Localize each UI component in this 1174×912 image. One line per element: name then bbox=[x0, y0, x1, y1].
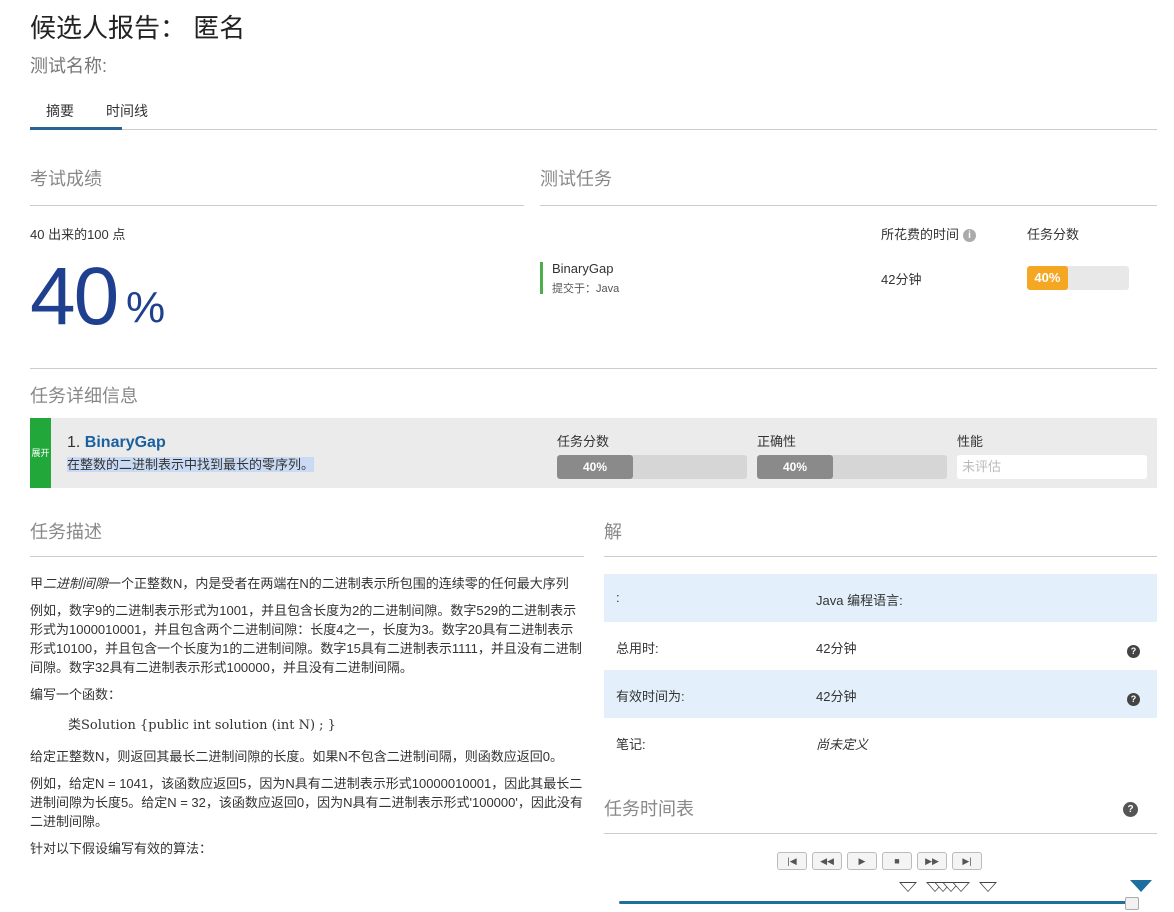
help-icon[interactable]: ? bbox=[1127, 645, 1140, 658]
row-value: 42分钟 bbox=[816, 689, 857, 704]
performance-value: 未评估 bbox=[957, 455, 1147, 479]
row-key: 笔记: bbox=[616, 737, 646, 752]
task-score-fill: 40% bbox=[1027, 266, 1068, 290]
code-signature: 类Solution {public int solution (int N) ;… bbox=[68, 718, 336, 733]
timeline-track[interactable] bbox=[619, 901, 1139, 904]
row-value: 42分钟 bbox=[816, 641, 857, 656]
timeline-slider-handle[interactable] bbox=[1125, 897, 1139, 910]
solution-row-effective-time: 有效时间为: 42分钟 ? bbox=[604, 670, 1157, 718]
correctness-fill: 40% bbox=[757, 455, 833, 479]
row-key: 有效时间为: bbox=[616, 689, 685, 704]
task-submitted: 提交于：Java bbox=[552, 283, 620, 295]
description-heading: 任务描述 bbox=[30, 522, 102, 542]
performance-label: 性能 bbox=[957, 434, 984, 449]
task-status-bar bbox=[540, 262, 543, 294]
description-divider bbox=[30, 556, 584, 557]
description-para-3: 编写一个函数： bbox=[30, 687, 122, 702]
task-description: 甲二进制间隙一个正整数N，内是受者在两端在N的二进制表示所包围的连续零的任何最大… bbox=[30, 574, 584, 866]
timeline-current-marker[interactable] bbox=[1130, 880, 1152, 892]
description-para-6: 针对以下假设编写有效的算法： bbox=[30, 841, 213, 856]
score-heading: 考试成绩 bbox=[30, 169, 102, 189]
correctness-label: 正确性 bbox=[757, 434, 797, 449]
timeline-stop-button[interactable]: ■ bbox=[882, 852, 912, 870]
timeline-rewind-button[interactable]: ◀◀ bbox=[812, 852, 842, 870]
score-divider bbox=[30, 205, 524, 206]
detail-task-score-bar: 40% bbox=[557, 455, 747, 479]
page-title: 候选人报告： 匿名 bbox=[30, 13, 246, 43]
row-value: 尚未定义 bbox=[816, 737, 869, 752]
row-value: Java 编程语言: bbox=[816, 593, 903, 608]
description-text: 甲 bbox=[30, 576, 44, 591]
description-para-1: 甲二进制间隙一个正整数N，内是受者在两端在N的二进制表示所包围的连续零的任何最大… bbox=[30, 574, 584, 593]
solution-row-total-time: 总用时: 42分钟 ? bbox=[604, 622, 1157, 670]
detail-task-score-fill: 40% bbox=[557, 455, 633, 479]
task-time-spent: 42分钟 bbox=[881, 272, 922, 287]
timeline-divider bbox=[604, 833, 1157, 834]
timeline-marker[interactable] bbox=[952, 882, 970, 892]
task-detail-name: BinaryGap bbox=[84, 434, 166, 451]
timeline-last-button[interactable]: ▶| bbox=[952, 852, 982, 870]
details-divider bbox=[30, 368, 1157, 369]
tab-summary[interactable]: 摘要 bbox=[46, 101, 74, 121]
description-para-5: 例如，给定N = 1041，该函数应返回5，因为N具有二进制表示形式100000… bbox=[30, 776, 583, 829]
tab-timeline[interactable]: 时间线 bbox=[106, 101, 148, 121]
task-name[interactable]: BinaryGap bbox=[552, 261, 613, 276]
score-points-text: 40 出来的100 点 bbox=[30, 227, 126, 242]
task-score-bar: 40% bbox=[1027, 266, 1129, 290]
task-score-header: 任务分数 bbox=[1027, 227, 1080, 242]
description-para-4: 给定正整数N，则返回其最长二进制间隙的长度。如果N不包含二进制间隔，则函数应返回… bbox=[30, 749, 564, 764]
info-icon[interactable]: i bbox=[963, 229, 977, 243]
time-spent-header: 所花费的时间 i bbox=[881, 224, 977, 243]
solution-row-language: : Java 编程语言: bbox=[604, 574, 1157, 622]
help-icon[interactable]: ? bbox=[1127, 693, 1140, 706]
time-spent-label: 所花费的时间 bbox=[881, 227, 960, 242]
timeline-forward-button[interactable]: ▶▶ bbox=[917, 852, 947, 870]
expand-toggle[interactable]: 展开 bbox=[30, 418, 51, 488]
task-detail-title[interactable]: 1. BinaryGap bbox=[67, 434, 166, 452]
task-number: 1. bbox=[67, 434, 81, 451]
test-tasks-divider bbox=[540, 205, 1157, 206]
row-key: 总用时: bbox=[616, 641, 659, 656]
timeline-first-button[interactable]: |◀ bbox=[777, 852, 807, 870]
solution-row-notes: 笔记: 尚未定义 bbox=[604, 718, 1157, 766]
timeline-marker[interactable] bbox=[979, 882, 997, 892]
score-percent-number: 40 bbox=[30, 251, 119, 342]
tab-baseline bbox=[30, 129, 1157, 130]
tab-active-indicator bbox=[30, 127, 122, 130]
row-key: : bbox=[616, 590, 620, 605]
task-summary: 在整数的二进制表示中找到最长的零序列。 bbox=[67, 454, 315, 473]
task-details-heading: 任务详细信息 bbox=[30, 386, 138, 406]
score-percent-sign: % bbox=[126, 283, 166, 332]
timeline-marker[interactable] bbox=[899, 882, 917, 892]
description-text: 一个正整数N，内是受者在两端在N的二进制表示所包围的连续零的任何最大序列 bbox=[108, 576, 569, 591]
correctness-bar: 40% bbox=[757, 455, 947, 479]
task-summary-text: 在整数的二进制表示中找到最长的零序列。 bbox=[67, 457, 315, 472]
solution-divider bbox=[604, 556, 1157, 557]
detail-task-score-label: 任务分数 bbox=[557, 434, 610, 449]
description-term: 二进制间隙 bbox=[43, 576, 109, 591]
test-tasks-heading: 测试任务 bbox=[540, 169, 612, 189]
test-name-label: 测试名称: bbox=[30, 56, 108, 76]
description-para-2: 例如，数字9的二进制表示形式为1001，并且包含长度为2的二进制间隙。数字529… bbox=[30, 603, 582, 675]
timeline-play-button[interactable]: ▶ bbox=[847, 852, 877, 870]
timeline-heading: 任务时间表 bbox=[604, 799, 694, 819]
solution-heading: 解 bbox=[604, 522, 622, 542]
timeline-help-icon[interactable]: ? bbox=[1123, 802, 1138, 817]
